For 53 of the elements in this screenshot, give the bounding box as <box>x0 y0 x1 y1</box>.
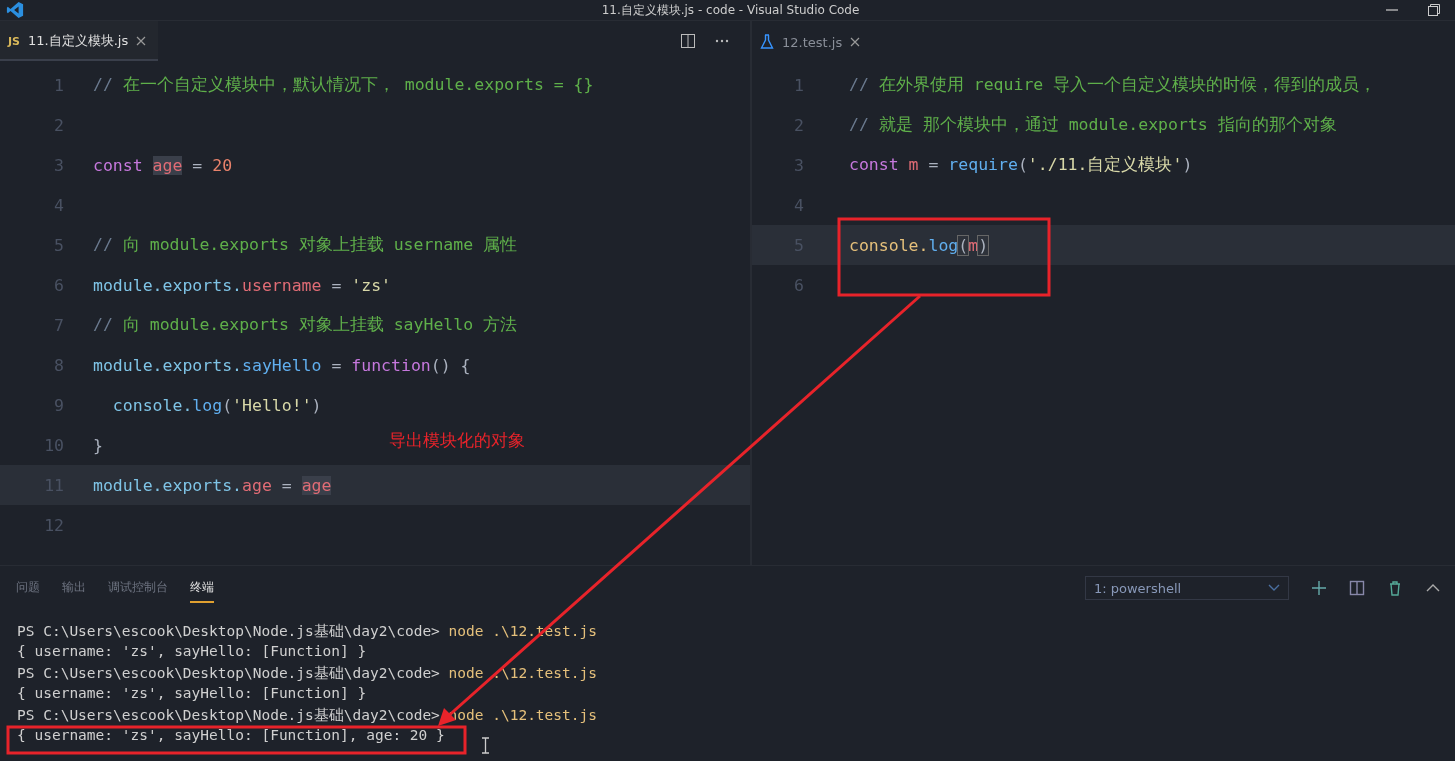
editor-tab[interactable]: JS 11.自定义模块.js <box>0 21 159 61</box>
window-title: 11.自定义模块.js - code - Visual Studio Code <box>600 1 861 19</box>
line-number: 4 <box>793 195 805 215</box>
restore-icon[interactable] <box>1427 3 1441 17</box>
flask-icon <box>760 34 774 50</box>
line-number: 12 <box>43 515 65 535</box>
code-line: console.log('Hello!') <box>111 395 322 415</box>
panel-tab[interactable]: 问题 <box>16 573 40 603</box>
code-line: // 在外界使用 require 导入一个自定义模块的时候，得到的成员， <box>849 74 1377 96</box>
text-cursor-icon <box>481 737 490 754</box>
line-number: 6 <box>53 275 65 295</box>
code-line: module.exports.sayHello = function() { <box>93 355 471 375</box>
line-number: 3 <box>53 155 65 175</box>
line-number: 9 <box>53 395 65 415</box>
code-line: const m = require('./11.自定义模块') <box>849 154 1193 176</box>
close-icon[interactable] <box>136 36 147 46</box>
code-line: } <box>93 435 103 455</box>
code-line: const age = 20 <box>93 155 233 175</box>
code-line: // 向 module.exports 对象上挂载 sayHello 方法 <box>93 314 518 336</box>
line-number: 5 <box>53 235 65 255</box>
code-line: // 就是 那个模块中，通过 module.exports 指向的那个对象 <box>849 114 1337 136</box>
line-number: 6 <box>793 275 805 295</box>
terminal-line: { username: 'zs', sayHello: [Function] } <box>17 643 367 659</box>
panel-tab[interactable]: 输出 <box>62 573 86 603</box>
line-number: 10 <box>43 435 65 455</box>
line-number: 4 <box>53 195 65 215</box>
code-line: module.exports.age = age <box>93 475 332 495</box>
trash-icon[interactable] <box>1387 580 1403 596</box>
code-line: module.exports.username = 'zs' <box>93 275 392 295</box>
chevron-down-icon <box>1268 584 1280 592</box>
split-terminal-icon[interactable] <box>1349 580 1365 596</box>
annotation-text: 导出模块化的对象 <box>389 429 525 452</box>
line-number: 2 <box>793 115 805 135</box>
split-editor-icon[interactable] <box>680 33 696 49</box>
terminal-line: { username: 'zs', sayHello: [Function], age: 20 } <box>17 727 445 743</box>
terminal-line: { username: 'zs', sayHello: [Function] } <box>17 685 367 701</box>
code-line: console.log(m) <box>849 235 989 255</box>
editor-tab[interactable]: 12.test.js <box>752 21 873 61</box>
line-number: 7 <box>53 315 65 335</box>
code-line: // 在一个自定义模块中，默认情况下， module.exports = {} <box>93 74 594 96</box>
terminal-line: PS C:\Users\escook\Desktop\Node.js基础\day2\code> node .\12.test.js <box>17 665 597 681</box>
panel-tab[interactable]: 终端 <box>190 573 214 603</box>
line-number: 3 <box>793 155 805 175</box>
panel-tab[interactable]: 调试控制台 <box>108 573 168 603</box>
app-logo-icon <box>6 1 24 19</box>
line-number: 8 <box>53 355 65 375</box>
line-number: 2 <box>53 115 65 135</box>
plus-icon[interactable] <box>1311 580 1327 596</box>
code-line: // 向 module.exports 对象上挂载 username 属性 <box>93 234 518 256</box>
terminal-select[interactable]: 1: powershell <box>1085 576 1289 600</box>
close-icon[interactable] <box>850 37 861 47</box>
line-number: 1 <box>793 75 805 95</box>
line-number: 1 <box>53 75 65 95</box>
